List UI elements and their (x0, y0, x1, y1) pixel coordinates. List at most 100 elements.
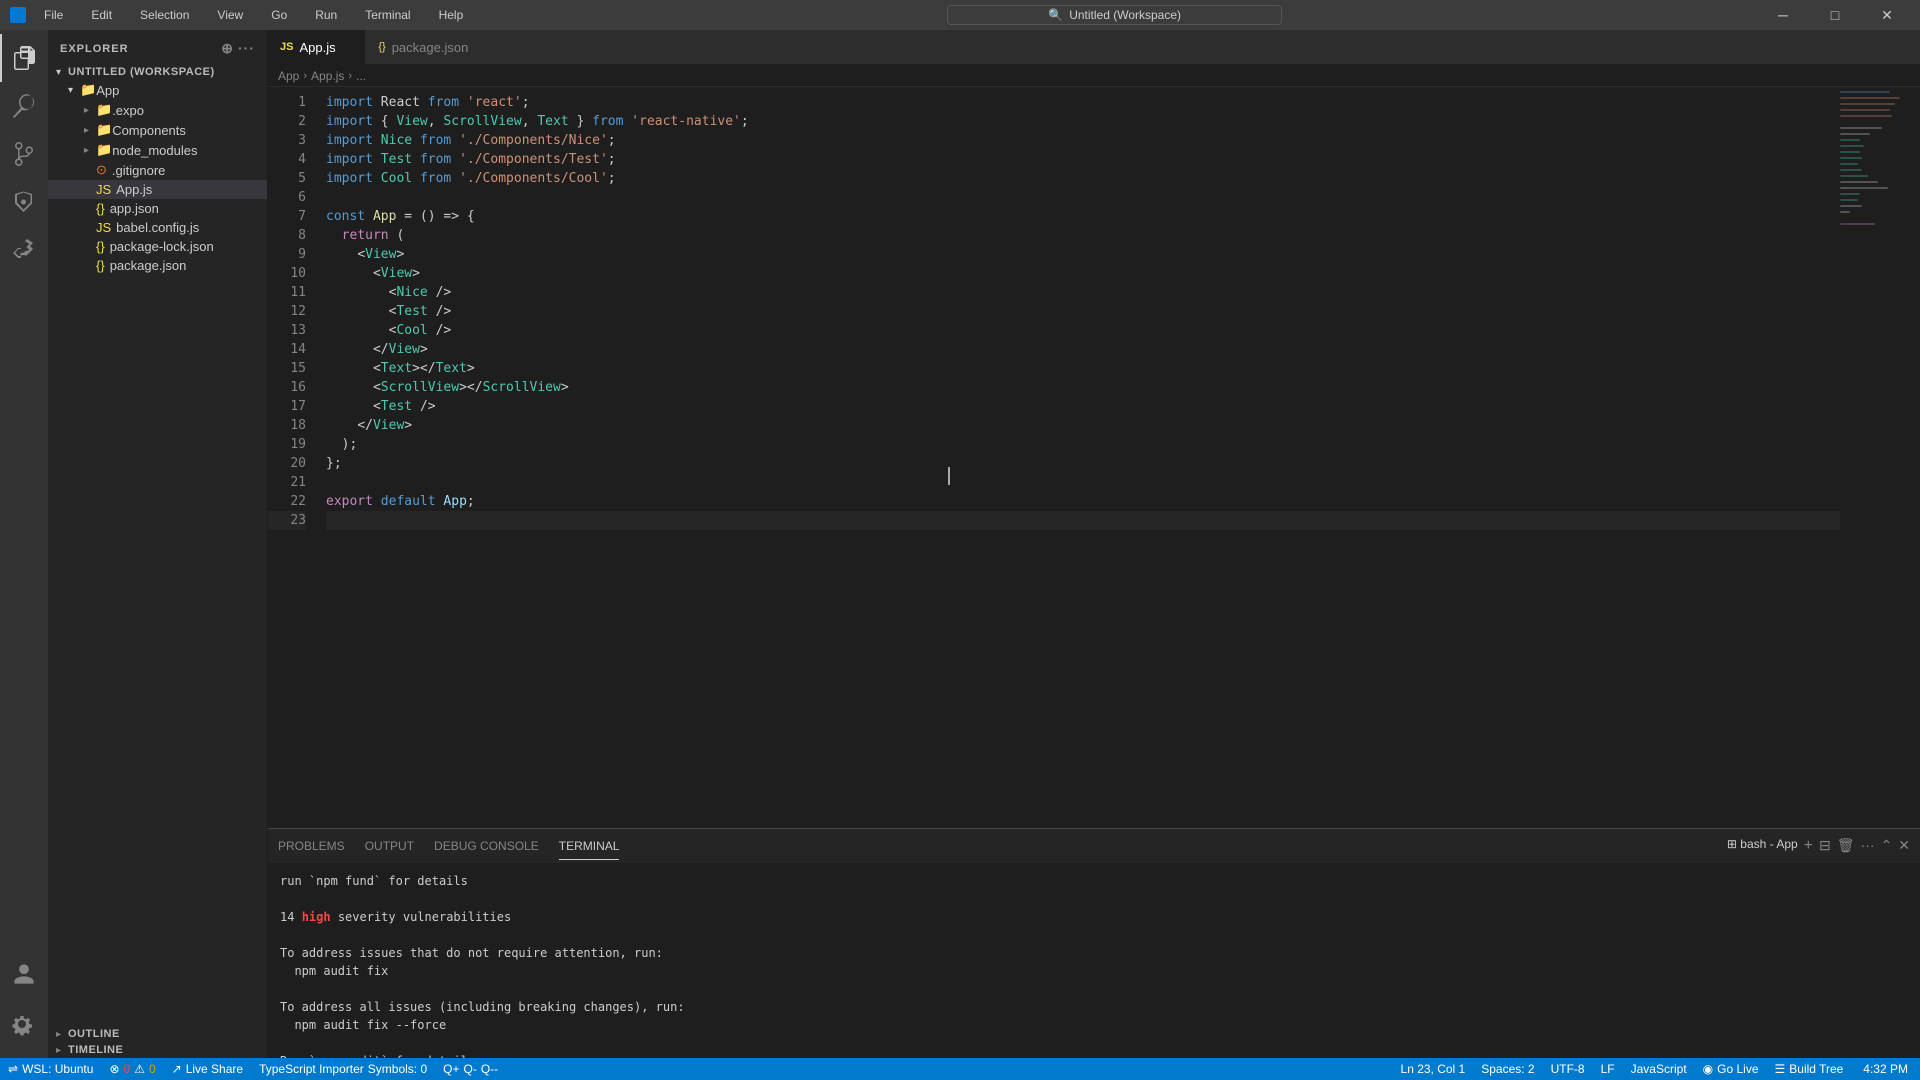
pkg-json-label: package.json (110, 258, 187, 273)
file-appjson[interactable]: ▸ {} app.json (48, 199, 267, 218)
folder-app[interactable]: ▾ 📁 App (48, 80, 267, 100)
timeline-section[interactable]: ▸ TIMELINE (48, 1042, 267, 1058)
folder-expo[interactable]: ▸ 📁 .expo (48, 100, 267, 120)
activity-extensions[interactable] (0, 226, 48, 274)
components-folder-icon: 📁 (96, 122, 112, 138)
menu-run[interactable]: Run (309, 6, 343, 24)
panel-tab-terminal[interactable]: TERMINAL (559, 833, 620, 860)
language-indicator[interactable]: JavaScript (1623, 1058, 1695, 1080)
build-tree-label: Build Tree (1789, 1062, 1843, 1076)
zoom-controls[interactable]: Q+ Q- Q-- (435, 1058, 506, 1080)
menu-edit[interactable]: Edit (85, 6, 118, 24)
breadcrumb-more[interactable]: ... (356, 69, 366, 83)
line-2: import { View, ScrollView, Text } from '… (326, 112, 1840, 131)
more-terminal-icon[interactable]: ··· (1861, 837, 1875, 855)
language-label: JavaScript (1631, 1062, 1687, 1076)
folder-components[interactable]: ▸ 📁 Components (48, 120, 267, 140)
file-package-lock[interactable]: ▸ {} package-lock.json (48, 237, 267, 256)
breadcrumb-app[interactable]: App (278, 69, 299, 83)
menu-selection[interactable]: Selection (134, 6, 195, 24)
line-16: <ScrollView></ScrollView> (326, 378, 1840, 397)
line-6 (326, 188, 1840, 207)
terminal-line-6: npm audit fix (280, 962, 1908, 980)
workspace-label[interactable]: ▾ UNTITLED (WORKSPACE) (48, 64, 267, 80)
folder-node-modules[interactable]: ▸ 📁 node_modules (48, 140, 267, 160)
code-content[interactable]: import React from 'react'; import { View… (316, 87, 1840, 828)
app-folder-label: App (96, 83, 119, 98)
vscode-logo (10, 7, 26, 23)
tab-packagejson[interactable]: {} package.json ✕ (366, 30, 499, 64)
go-live-button[interactable]: ◉ Go Live (1695, 1058, 1767, 1080)
node-modules-chevron: ▸ (84, 145, 96, 156)
cursor-position[interactable]: Ln 23, Col 1 (1393, 1058, 1474, 1080)
more-actions-icon[interactable]: ··· (238, 40, 255, 57)
ts-symbols: Symbols: 0 (368, 1062, 427, 1076)
node-modules-label: node_modules (112, 143, 197, 158)
encoding-label: UTF-8 (1551, 1062, 1585, 1076)
terminal-line-5: To address issues that do not require at… (280, 944, 1908, 962)
menu-view[interactable]: View (211, 6, 249, 24)
components-folder-label: Components (112, 123, 186, 138)
panel-tab-output[interactable]: OUTPUT (365, 833, 414, 860)
appjson-label: app.json (110, 201, 159, 216)
file-babel[interactable]: ▸ JS babel.config.js (48, 218, 267, 237)
close-button[interactable]: ✕ (1864, 0, 1910, 30)
activity-search[interactable] (0, 82, 48, 130)
maximize-panel-icon[interactable]: ⌃ (1881, 837, 1893, 855)
menu-help[interactable]: Help (433, 6, 470, 24)
new-file-icon[interactable]: ⊕ (221, 40, 234, 57)
file-gitignore[interactable]: ▸ ⊙ .gitignore (48, 160, 267, 180)
activity-settings[interactable] (0, 1002, 48, 1050)
typescript-importer[interactable]: TypeScript Importer Symbols: 0 (251, 1058, 435, 1080)
app-folder-icon: 📁 (80, 82, 96, 98)
spaces-indicator[interactable]: Spaces: 2 (1473, 1058, 1542, 1080)
minimize-button[interactable]: ─ (1760, 0, 1806, 30)
breadcrumb-file[interactable]: App.js (311, 69, 344, 83)
activity-account[interactable] (0, 950, 48, 998)
errors-badge[interactable]: ⊗ 0 ⚠ 0 (101, 1058, 163, 1080)
panel-actions: ⊞ bash - App + ⊟ 🗑 ··· ⌃ ✕ (1727, 837, 1910, 855)
menu-terminal[interactable]: Terminal (359, 6, 416, 24)
tab-appjs[interactable]: JS App.js ✕ (268, 30, 366, 64)
panel-tab-debug[interactable]: DEBUG CONSOLE (434, 833, 539, 860)
activity-source-control[interactable] (0, 130, 48, 178)
sidebar: EXPLORER ⊕ ··· ▾ UNTITLED (WORKSPACE) ▾ … (48, 30, 268, 1058)
menu-go[interactable]: Go (265, 6, 293, 24)
file-appjs[interactable]: ▸ JS App.js (48, 180, 267, 199)
components-chevron: ▸ (84, 125, 96, 136)
tab-pkg-label: package.json (392, 40, 469, 55)
wsl-label: WSL: Ubuntu (22, 1062, 93, 1076)
line-12: <Test /> (326, 302, 1840, 321)
eol-indicator[interactable]: LF (1593, 1058, 1623, 1080)
activity-run-debug[interactable] (0, 178, 48, 226)
outline-chevron: ▸ (56, 1029, 68, 1040)
line-22: export default App; (326, 492, 1840, 511)
terminal-line-8: To address all issues (including breakin… (280, 998, 1908, 1016)
terminal-line-1: run `npm fund` for details (280, 872, 1908, 890)
close-panel-icon[interactable]: ✕ (1898, 837, 1910, 855)
wsl-badge[interactable]: ⇌ WSL: Ubuntu (0, 1058, 101, 1080)
file-package-json[interactable]: ▸ {} package.json (48, 256, 267, 275)
tab-bar: JS App.js ✕ {} package.json ✕ (268, 30, 1920, 65)
panel-tab-problems[interactable]: PROBLEMS (278, 833, 345, 860)
line-23 (326, 511, 1840, 530)
search-bar[interactable]: 🔍 Untitled (Workspace) (947, 5, 1282, 25)
activity-bottom (0, 950, 48, 1050)
build-tree-button[interactable]: ☰ Build Tree (1767, 1058, 1852, 1080)
pkg-json-icon: {} (96, 258, 105, 273)
maximize-button[interactable]: □ (1812, 0, 1858, 30)
status-right: Ln 23, Col 1 Spaces: 2 UTF-8 LF JavaScri… (1393, 1058, 1920, 1080)
menu-file[interactable]: File (38, 6, 69, 24)
outline-section[interactable]: ▸ OUTLINE (48, 1026, 267, 1042)
activity-explorer[interactable] (0, 34, 48, 82)
encoding-indicator[interactable]: UTF-8 (1543, 1058, 1593, 1080)
trash-terminal-icon[interactable]: 🗑 (1837, 837, 1855, 855)
activity-bar (0, 30, 48, 1058)
add-terminal-icon[interactable]: + (1804, 837, 1813, 855)
split-terminal-icon[interactable]: ⊟ (1819, 837, 1831, 855)
pkg-lock-label: package-lock.json (110, 239, 214, 254)
terminal-content[interactable]: run `npm fund` for details 14 high sever… (268, 864, 1920, 1058)
editor-area: JS App.js ✕ {} package.json ✕ App › App.… (268, 30, 1920, 1058)
live-share-button[interactable]: ↗ Live Share (164, 1058, 251, 1080)
outline-label: OUTLINE (68, 1028, 120, 1040)
